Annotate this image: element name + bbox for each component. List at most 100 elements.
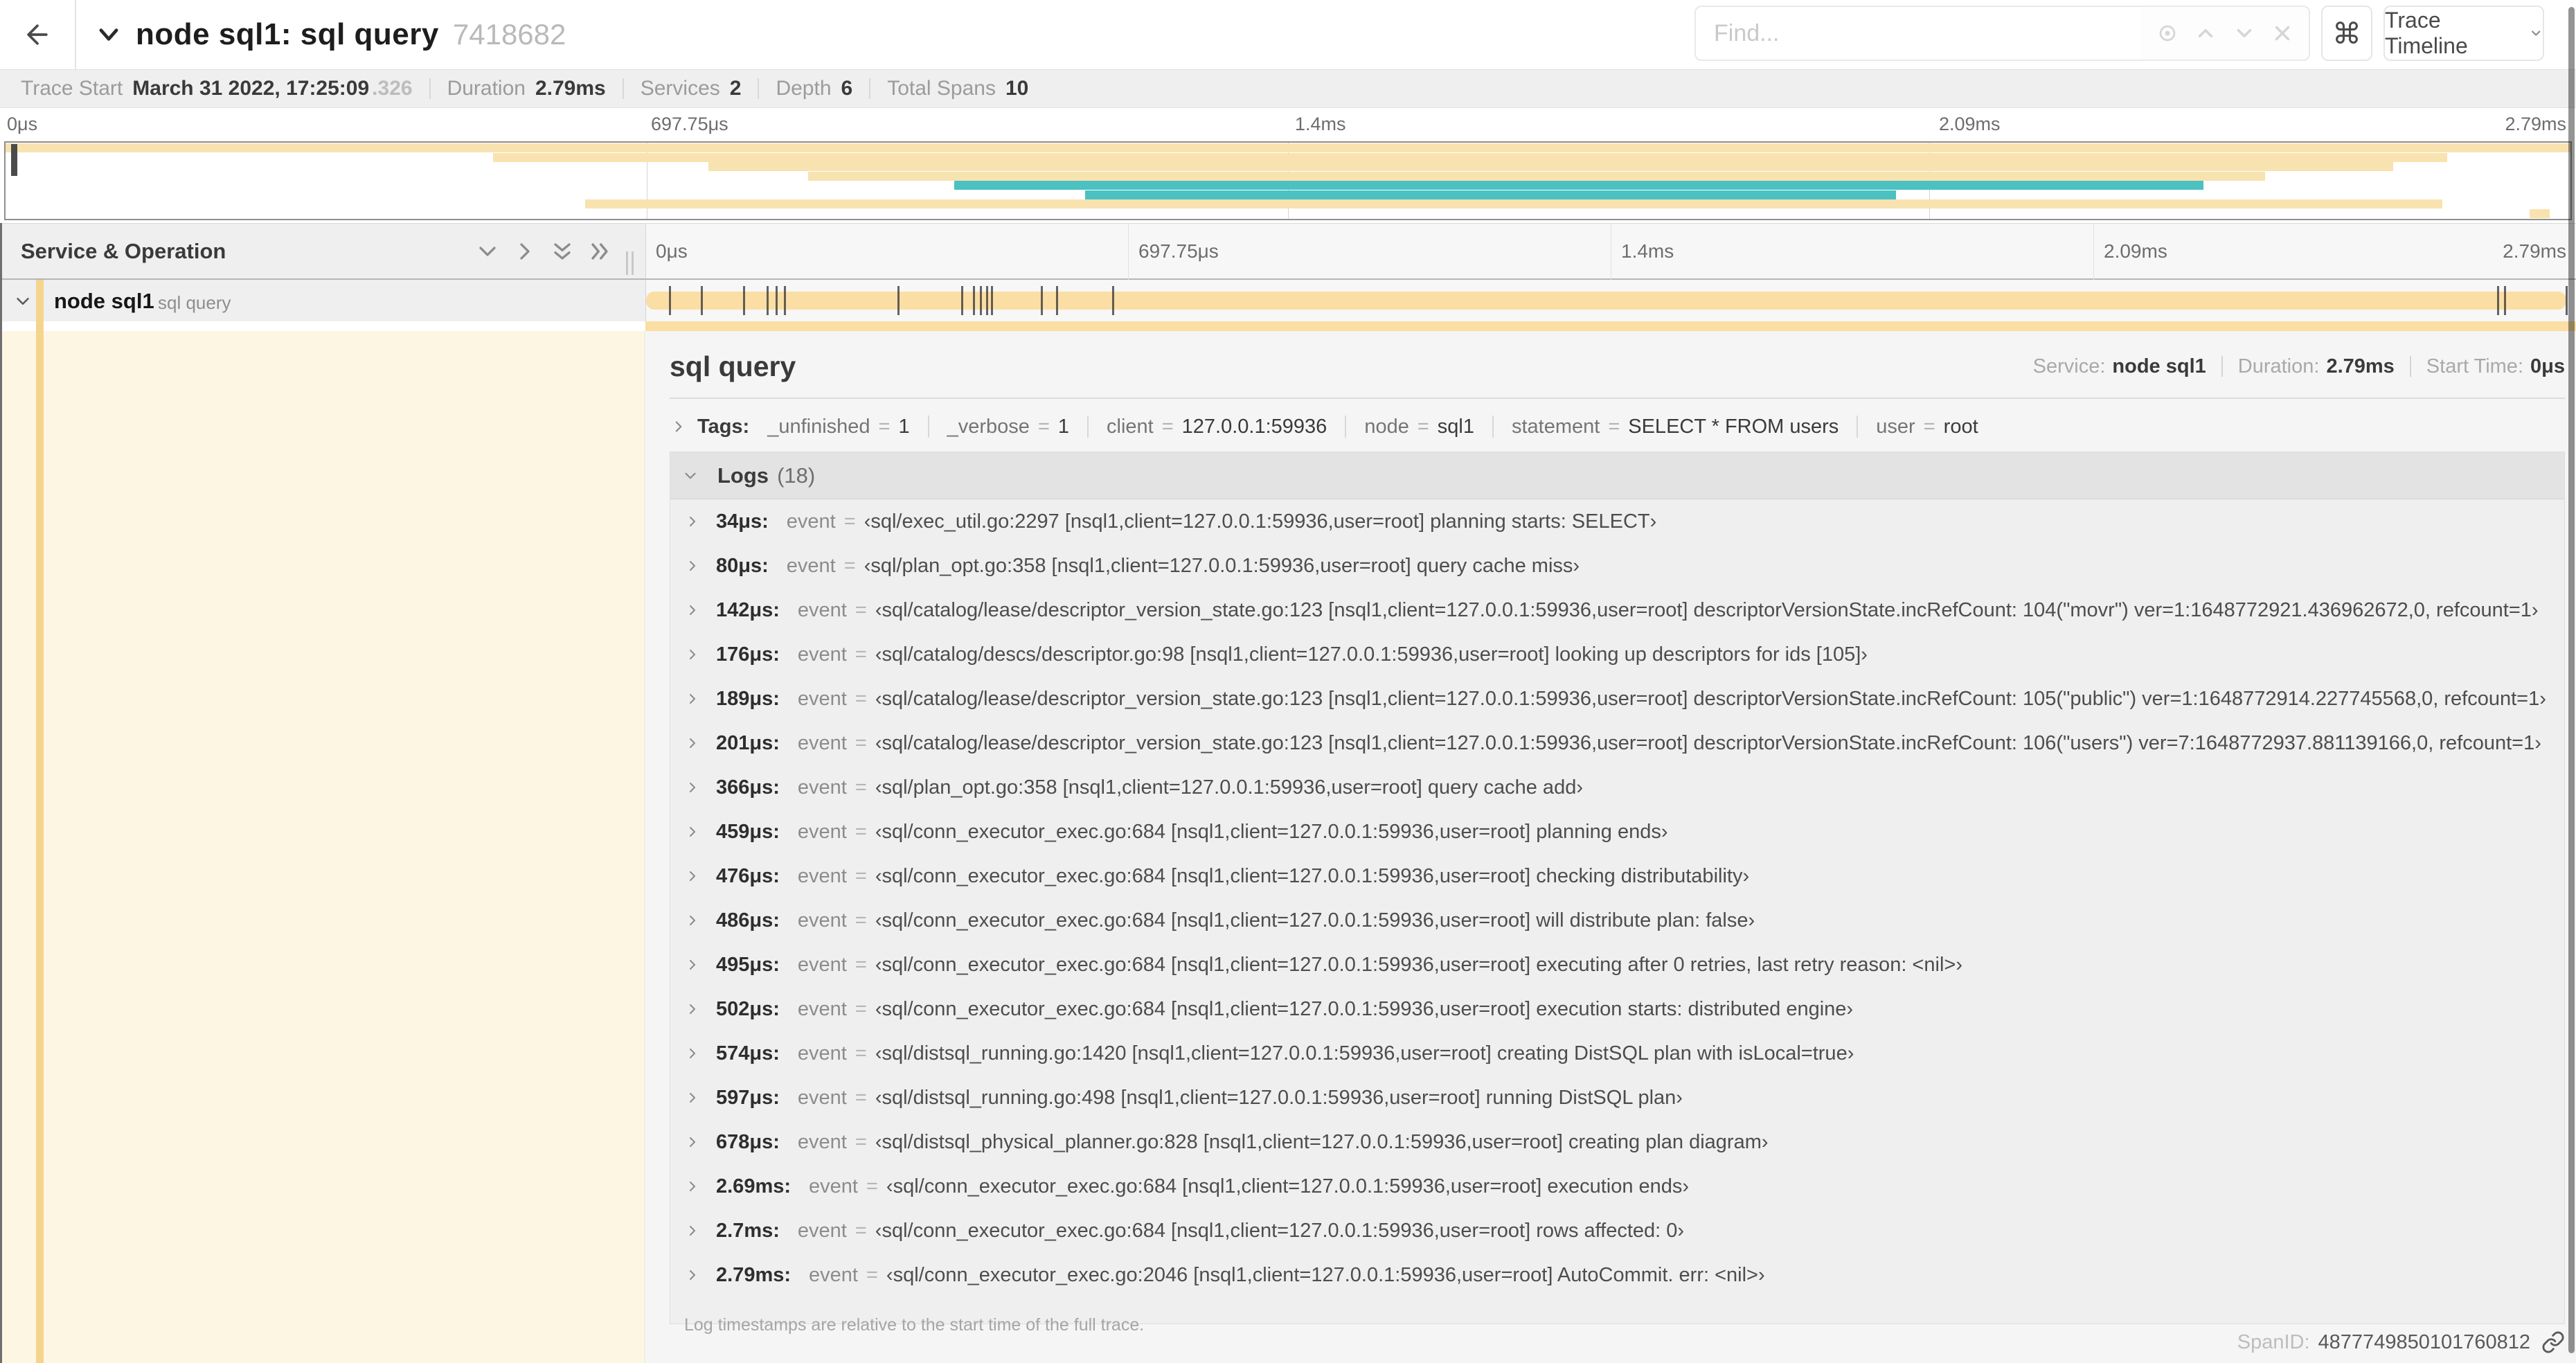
clear-find-icon[interactable] bbox=[2271, 21, 2294, 45]
log-key: event bbox=[797, 1219, 847, 1242]
log-event-tick[interactable] bbox=[766, 286, 769, 315]
tags-expand-chevron-icon[interactable] bbox=[670, 418, 688, 436]
log-expand-chevron-icon[interactable] bbox=[684, 823, 701, 840]
log-expand-chevron-icon[interactable] bbox=[684, 868, 701, 884]
log-expand-chevron-icon[interactable] bbox=[684, 735, 701, 751]
minimap-canvas[interactable] bbox=[4, 141, 2572, 220]
log-event-tick[interactable] bbox=[980, 286, 983, 315]
log-row[interactable]: 597μs: event = ‹sql/distsql_running.go:498 … bbox=[670, 1076, 2564, 1120]
collapse-one-icon[interactable] bbox=[474, 238, 501, 265]
minimap-left-scrubber[interactable] bbox=[11, 144, 17, 176]
find-input[interactable] bbox=[1694, 6, 2141, 61]
vertical-scrollbar[interactable] bbox=[2568, 7, 2575, 1353]
log-expand-chevron-icon[interactable] bbox=[684, 646, 701, 663]
back-button[interactable] bbox=[0, 0, 76, 69]
log-expand-chevron-icon[interactable] bbox=[684, 602, 701, 618]
log-row[interactable]: 574μs: event = ‹sql/distsql_running.go:1420… bbox=[670, 1031, 2564, 1076]
detail-row-bar-gutter bbox=[0, 321, 645, 331]
depth-value: 6 bbox=[841, 77, 853, 100]
log-event-tick[interactable] bbox=[990, 286, 993, 315]
span-table-header: Service & Operation 0μs 697.75μs 1.4ms 2.09… bbox=[0, 223, 2576, 280]
log-row[interactable]: 176μs: event = ‹sql/catalog/descs/descripto… bbox=[670, 632, 2564, 677]
log-expand-chevron-icon[interactable] bbox=[684, 956, 701, 973]
log-row[interactable]: 366μs: event = ‹sql/plan_opt.go:358 [nsql1,… bbox=[670, 765, 2564, 810]
span-row-timeline-cell[interactable] bbox=[645, 280, 2576, 321]
log-row[interactable]: 486μs: event = ‹sql/conn_executor_exec.go:6… bbox=[670, 898, 2564, 943]
deep-link-icon[interactable] bbox=[2541, 1330, 2565, 1354]
collapse-children-chevron-icon[interactable] bbox=[12, 291, 33, 312]
keyboard-shortcuts-button[interactable]: ⌘ bbox=[2321, 6, 2372, 61]
log-row[interactable]: 34μs: event = ‹sql/exec_util.go:2297 [nsql1… bbox=[670, 499, 2564, 544]
log-row[interactable]: 678μs: event = ‹sql/distsql_physical_planne… bbox=[670, 1120, 2564, 1164]
column-resize-grip[interactable] bbox=[626, 251, 638, 275]
logs-header[interactable]: Logs (18) bbox=[670, 452, 2564, 499]
log-row[interactable]: 201μs: event = ‹sql/catalog/lease/descripto… bbox=[670, 721, 2564, 765]
expand-all-icon[interactable] bbox=[586, 238, 614, 265]
log-key: event bbox=[797, 820, 847, 843]
log-row[interactable]: 2.79ms: event = ‹sql/conn_executor_exec.go:… bbox=[670, 1253, 2564, 1297]
span-row-node-sql1[interactable]: node sql1 sql query bbox=[0, 280, 2576, 321]
collapse-all-icon[interactable] bbox=[548, 238, 576, 265]
log-row[interactable]: 189μs: event = ‹sql/catalog/lease/descripto… bbox=[670, 677, 2564, 721]
log-event-tick[interactable] bbox=[897, 286, 900, 315]
log-event-tick[interactable] bbox=[783, 286, 786, 315]
detail-row-span-bar[interactable] bbox=[645, 321, 2576, 331]
log-row[interactable]: 459μs: event = ‹sql/conn_executor_exec.go:6… bbox=[670, 810, 2564, 854]
log-event-tick[interactable] bbox=[1111, 286, 1114, 315]
find-next-icon[interactable] bbox=[2233, 21, 2256, 45]
divider bbox=[869, 78, 871, 99]
equals-sign: = bbox=[855, 953, 867, 976]
log-event-tick[interactable] bbox=[668, 286, 671, 315]
log-row[interactable]: 2.69ms: event = ‹sql/conn_executor_exec.go:… bbox=[670, 1164, 2564, 1209]
log-expand-chevron-icon[interactable] bbox=[684, 1001, 701, 1017]
log-timestamp: 459μs: bbox=[716, 820, 780, 843]
log-expand-chevron-icon[interactable] bbox=[684, 1134, 701, 1150]
log-event-tick[interactable] bbox=[1040, 286, 1043, 315]
log-row[interactable]: 502μs: event = ‹sql/conn_executor_exec.go:6… bbox=[670, 987, 2564, 1031]
tag-value: 1 bbox=[1057, 415, 1070, 438]
span-duration-bar[interactable] bbox=[646, 292, 2567, 310]
span-row-name-cell[interactable]: node sql1 sql query bbox=[0, 280, 645, 321]
log-expand-chevron-icon[interactable] bbox=[684, 1089, 701, 1106]
log-expand-chevron-icon[interactable] bbox=[684, 912, 701, 929]
log-expand-chevron-icon[interactable] bbox=[684, 513, 701, 530]
divider bbox=[758, 78, 760, 99]
log-timestamp: 502μs: bbox=[716, 997, 780, 1020]
log-event-tick[interactable] bbox=[961, 286, 964, 315]
locate-span-icon[interactable] bbox=[2156, 21, 2179, 45]
span-detail-footer: SpanID: 4877749850101760812 bbox=[2237, 1326, 2565, 1359]
tag-item: client = 127.0.0.1:59936 bbox=[1107, 416, 1327, 438]
log-expand-chevron-icon[interactable] bbox=[684, 1222, 701, 1239]
log-expand-chevron-icon[interactable] bbox=[684, 691, 701, 707]
log-event-tick[interactable] bbox=[2503, 286, 2506, 315]
log-event-tick[interactable] bbox=[743, 286, 746, 315]
log-event-tick[interactable] bbox=[1056, 286, 1059, 315]
log-expand-chevron-icon[interactable] bbox=[684, 1045, 701, 1062]
log-expand-chevron-icon[interactable] bbox=[684, 1178, 701, 1195]
tags-section[interactable]: Tags: _unfinished = 1 _verbose = 1 client = 127.… bbox=[670, 409, 2565, 445]
log-expand-chevron-icon[interactable] bbox=[684, 1267, 701, 1283]
log-row[interactable]: 142μs: event = ‹sql/catalog/lease/descripto… bbox=[670, 588, 2564, 632]
log-key: event bbox=[797, 997, 847, 1020]
log-event-tick[interactable] bbox=[775, 286, 778, 315]
expand-one-icon[interactable] bbox=[511, 238, 539, 265]
log-event-tick[interactable] bbox=[985, 286, 988, 315]
log-event-tick[interactable] bbox=[700, 286, 703, 315]
service-operation-label: Service & Operation bbox=[21, 238, 226, 263]
log-row[interactable]: 80μs: event = ‹sql/plan_opt.go:358 [nsql1,c… bbox=[670, 544, 2564, 588]
selected-span-row-background[interactable] bbox=[0, 331, 645, 1363]
log-event-tick[interactable] bbox=[2496, 286, 2499, 315]
view-selector-button[interactable]: Trace Timeline bbox=[2383, 6, 2544, 61]
find-prev-icon[interactable] bbox=[2194, 21, 2217, 45]
log-value: ‹sql/conn_executor_exec.go:684 [nsql1,cl… bbox=[875, 864, 1750, 887]
log-expand-chevron-icon[interactable] bbox=[684, 779, 701, 796]
logs-collapse-chevron-icon[interactable] bbox=[681, 467, 699, 485]
log-event-tick[interactable] bbox=[973, 286, 976, 315]
log-row[interactable]: 495μs: event = ‹sql/conn_executor_exec.go:6… bbox=[670, 943, 2564, 987]
log-event-tick[interactable] bbox=[2566, 286, 2568, 315]
log-timestamp: 34μs: bbox=[716, 510, 769, 533]
log-row[interactable]: 476μs: event = ‹sql/conn_executor_exec.go:6… bbox=[670, 854, 2564, 898]
log-row[interactable]: 2.7ms: event = ‹sql/conn_executor_exec.go:6… bbox=[670, 1209, 2564, 1253]
log-expand-chevron-icon[interactable] bbox=[684, 558, 701, 574]
collapse-trace-chevron-icon[interactable] bbox=[96, 21, 122, 48]
